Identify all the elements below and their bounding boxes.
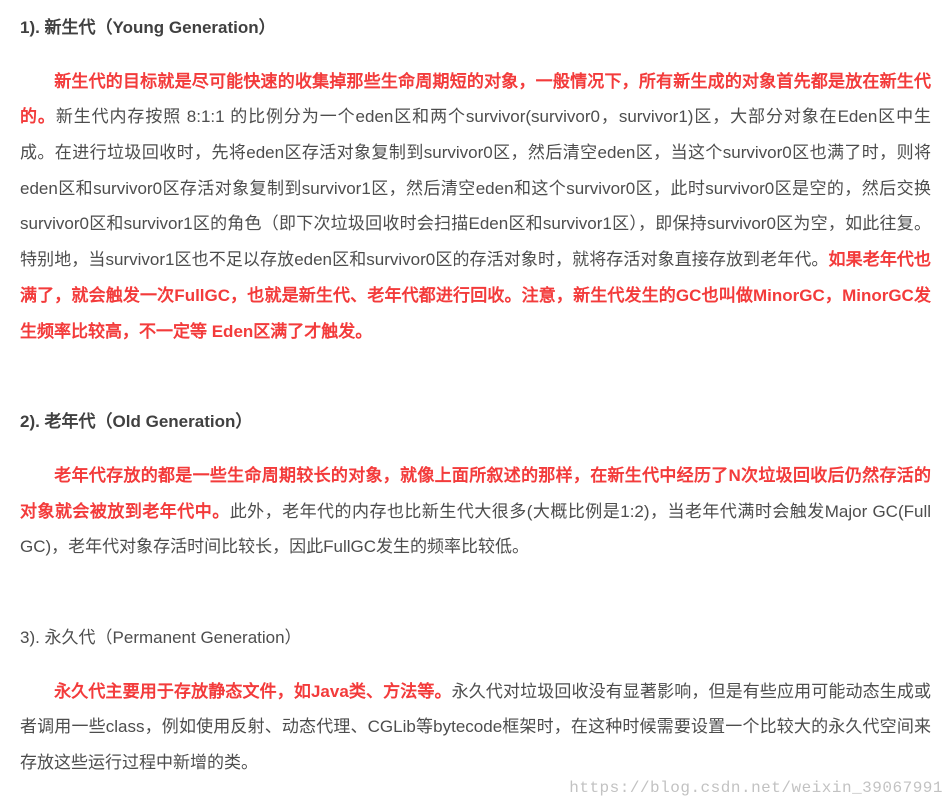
section-3-paragraph: 永久代主要用于存放静态文件，如Java类、方法等。永久代对垃圾回收没有显著影响，… (20, 674, 931, 781)
section-1-paragraph: 新生代的目标就是尽可能快速的收集掉那些生命周期短的对象，一般情况下，所有新生成的… (20, 64, 931, 350)
document-body: 1). 新生代（Young Generation） 新生代的目标就是尽可能快速的… (20, 10, 931, 781)
section-2-heading: 2). 老年代（Old Generation） (20, 404, 931, 440)
section-1-body-text: 新生代内存按照 8:1:1 的比例分为一个eden区和两个survivor(su… (20, 107, 931, 269)
section-3-emphasis-1: 永久代主要用于存放静态文件，如Java类、方法等。 (54, 682, 452, 701)
section-2-paragraph: 老年代存放的都是一些生命周期较长的对象，就像上面所叙述的那样，在新生代中经历了N… (20, 458, 931, 565)
section-3-heading: 3). 永久代（Permanent Generation） (20, 620, 931, 656)
section-1-heading: 1). 新生代（Young Generation） (20, 10, 931, 46)
